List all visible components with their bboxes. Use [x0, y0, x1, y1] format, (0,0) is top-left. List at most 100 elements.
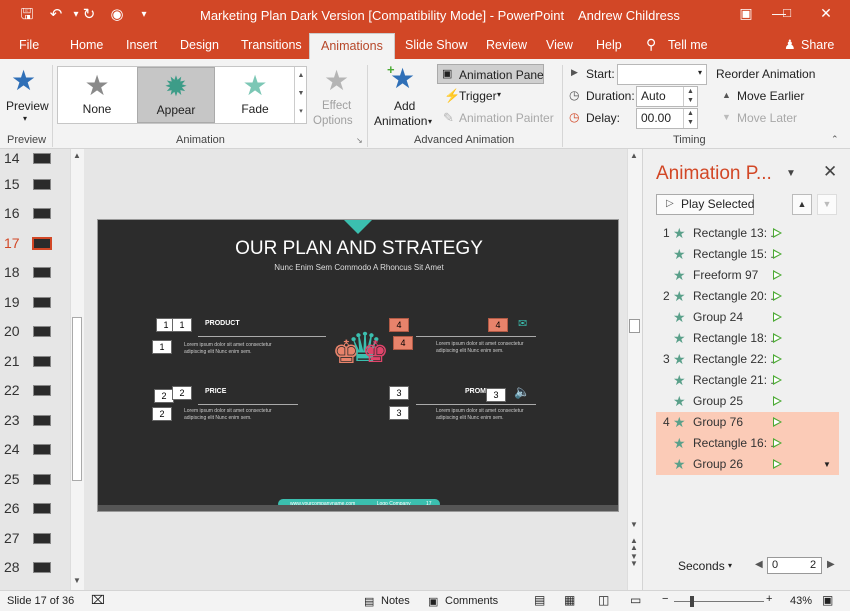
preview-icon[interactable]: ★	[11, 67, 36, 95]
user-name[interactable]: Andrew Childress	[578, 8, 680, 23]
gallery-scroll[interactable]: ▲ ▼ ▾	[294, 67, 307, 123]
reading-view-icon[interactable]: ◫	[598, 593, 609, 607]
close-icon[interactable]: ✕	[816, 5, 836, 22]
thumbnail-24[interactable]: 24	[0, 440, 70, 460]
animation-item[interactable]: ★ Group 24	[656, 307, 839, 328]
thumbnail-27[interactable]: 27	[0, 529, 70, 549]
trigger-dropdown-icon[interactable]: ▾	[497, 90, 501, 99]
tab-design[interactable]: Design	[180, 38, 219, 52]
delay-spinner[interactable]: ▲ ▼	[683, 109, 697, 128]
duration-input[interactable]: Auto ▲ ▼	[636, 86, 698, 107]
move-later-button[interactable]: Move Later	[737, 111, 797, 125]
slide-canvas[interactable]: OUR PLAN AND STRATEGY Nunc Enim Sem Comm…	[97, 219, 619, 512]
restore-icon[interactable]: □	[777, 5, 797, 20]
price-heading[interactable]: PRICE	[205, 388, 226, 395]
thumbnail-26[interactable]: 26	[0, 499, 70, 519]
animation-tag[interactable]: 2	[152, 407, 172, 421]
thumbnail-17[interactable]: 17	[0, 234, 70, 254]
product-heading[interactable]: PRODUCT	[205, 320, 240, 327]
thumbnail-18[interactable]: 18	[0, 263, 70, 283]
tab-animations[interactable]: Animations	[309, 33, 395, 59]
animation-tag[interactable]: 3	[389, 406, 409, 420]
timeline-right-icon[interactable]: ▶	[827, 559, 835, 570]
animation-item-selected[interactable]: ★ Group 26 ▼	[656, 454, 839, 475]
save-icon[interactable]: 🖫	[17, 6, 37, 24]
comments-button[interactable]: Comments	[445, 595, 498, 607]
slide-scrollbar[interactable]: ▲ ▼ ▲ ▲ ▼ ▼	[627, 149, 642, 590]
effect-options-icon[interactable]: ★	[324, 67, 349, 95]
thumbnail-14[interactable]: 14	[0, 149, 70, 169]
thumbnail-25[interactable]: 25	[0, 470, 70, 490]
seconds-dropdown-icon[interactable]: ▾	[728, 561, 732, 570]
tab-slide-show[interactable]: Slide Show	[405, 38, 468, 52]
animation-item[interactable]: 2 ★ Rectangle 20: ...	[656, 286, 839, 307]
animation-tag[interactable]: 4	[488, 318, 508, 332]
customize-qat-icon[interactable]: ▾	[134, 6, 154, 24]
timeline-left-icon[interactable]: ◀	[755, 559, 763, 570]
effect-options-label-2[interactable]: Options	[313, 115, 353, 127]
move-up-icon[interactable]: ▲	[792, 194, 812, 215]
animation-tag[interactable]: 4	[389, 318, 409, 332]
scroll-up-icon[interactable]: ▲	[630, 151, 638, 160]
redo-icon[interactable]: ↻	[79, 6, 99, 24]
scroll-down-icon[interactable]: ▼	[630, 520, 638, 529]
animation-tag[interactable]: 3	[486, 388, 506, 402]
thumbnail-19[interactable]: 19	[0, 293, 70, 313]
timeline-ruler[interactable]: 0 2	[767, 557, 822, 574]
thumbnail-16[interactable]: 16	[0, 204, 70, 224]
thumbnail-28[interactable]: 28	[0, 558, 70, 578]
next-slide-icon[interactable]: ▼ ▼	[630, 553, 638, 568]
zoom-slider-thumb[interactable]	[690, 596, 694, 607]
scroll-down-icon[interactable]: ▼	[73, 576, 81, 585]
animation-tag[interactable]: 2	[154, 389, 174, 403]
thumbnail-21[interactable]: 21	[0, 352, 70, 372]
animation-none[interactable]: ★ None	[58, 67, 136, 123]
thumbnail-15[interactable]: 15	[0, 175, 70, 195]
zoom-slider[interactable]	[674, 601, 764, 602]
animation-item[interactable]: 3 ★ Rectangle 22: ...	[656, 349, 839, 370]
animation-fade[interactable]: ★ Fade	[216, 67, 294, 123]
add-animation-dropdown-icon[interactable]: ▾	[428, 117, 432, 126]
tab-help[interactable]: Help	[596, 38, 622, 52]
trigger-button[interactable]: Trigger	[459, 89, 497, 103]
tab-insert[interactable]: Insert	[126, 38, 157, 52]
thumbnails-scroll-thumb[interactable]	[72, 317, 82, 481]
play-selected-button[interactable]: ▷ Play Selected	[656, 194, 754, 215]
notes-button[interactable]: Notes	[381, 595, 410, 607]
preview-dropdown-icon[interactable]: ▾	[23, 114, 27, 123]
animation-appear[interactable]: ✹ Appear	[137, 67, 215, 123]
add-animation-label-2[interactable]: Animation	[374, 114, 427, 128]
animation-dialog-launcher-icon[interactable]: ↘	[356, 136, 363, 145]
undo-icon[interactable]: ↶	[46, 6, 66, 24]
promotion-body[interactable]: Lorem ipsum dolor sit amet consectetur a…	[436, 408, 526, 421]
thumbnails-scrollbar[interactable]: ▲ ▼	[70, 149, 84, 590]
animation-item[interactable]: ★ Group 25	[656, 391, 839, 412]
tell-me-box[interactable]: Tell me	[668, 38, 708, 52]
move-earlier-button[interactable]: Move Earlier	[737, 89, 804, 103]
seconds-dropdown[interactable]: Seconds	[678, 559, 725, 573]
animation-item[interactable]: ★ Rectangle 21: ...	[656, 370, 839, 391]
animation-item[interactable]: ★ Rectangle 18: ...	[656, 328, 839, 349]
ribbon-display-options-icon[interactable]: ▣	[736, 5, 756, 22]
animation-tag[interactable]: 3	[389, 386, 409, 400]
collapse-ribbon-icon[interactable]: ⌃	[831, 134, 839, 145]
animation-tag[interactable]: 1	[152, 340, 172, 354]
pane-close-icon[interactable]: ✕	[823, 162, 837, 182]
delay-input[interactable]: 00.00 ▲ ▼	[636, 108, 698, 129]
animation-item[interactable]: 1 ★ Rectangle 13: ...	[656, 223, 839, 244]
add-animation-label-1[interactable]: Add	[394, 99, 415, 113]
previous-slide-icon[interactable]: ▲ ▲	[630, 537, 638, 552]
tab-view[interactable]: View	[546, 38, 573, 52]
animation-item[interactable]: ★ Freeform 97	[656, 265, 839, 286]
animation-pane-button[interactable]: ▣ Animation Pane	[437, 64, 544, 84]
animation-item-selected[interactable]: 4 ★ Group 76	[656, 412, 839, 433]
animation-item[interactable]: ★ Rectangle 15: ...	[656, 244, 839, 265]
duration-spinner[interactable]: ▲ ▼	[683, 87, 697, 106]
slide-title[interactable]: OUR PLAN AND STRATEGY	[98, 238, 618, 260]
effect-options-label-1[interactable]: Effect	[322, 100, 351, 112]
spell-check-icon[interactable]: ⌧	[91, 593, 105, 607]
animation-tag[interactable]: 1	[172, 318, 192, 332]
fit-to-window-icon[interactable]: ▣	[822, 593, 833, 607]
place-body[interactable]: Lorem ipsum dolor sit amet consectetur a…	[436, 341, 526, 354]
start-from-beginning-icon[interactable]: ◉	[107, 6, 127, 24]
